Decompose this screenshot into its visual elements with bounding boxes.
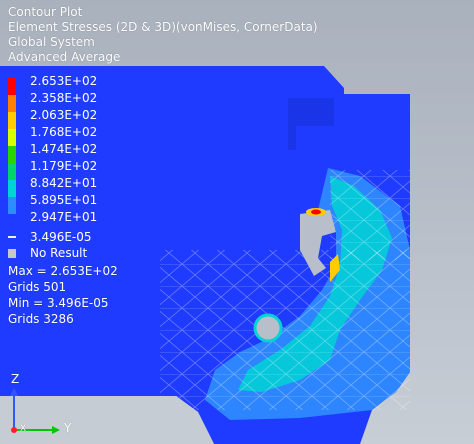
no-result-label: No Result <box>30 246 88 260</box>
mesh-region-upper <box>330 170 410 260</box>
legend-swatch <box>8 214 16 231</box>
legend-label: 5.895E+01 <box>30 193 98 207</box>
hot-spot-core <box>311 209 321 215</box>
min-value: Min = 3.496E-05 <box>8 296 109 310</box>
max-grid: Grids 501 <box>8 280 67 294</box>
graphics-viewport[interactable]: Contour Plot Element Stresses (2D & 3D)(… <box>0 0 474 444</box>
min-grid: Grids 3286 <box>8 312 74 326</box>
legend-swatch <box>8 129 16 146</box>
legend-swatch <box>8 78 16 95</box>
max-value: Max = 2.653E+02 <box>8 264 118 278</box>
legend-swatch <box>8 163 16 180</box>
averaging-method: Advanced Average <box>8 50 121 64</box>
bolt-hole <box>253 313 283 343</box>
mesh-region <box>160 250 410 410</box>
legend-min-tick <box>8 236 16 238</box>
axis-triad[interactable]: Z Y X <box>6 372 86 438</box>
legend-label: 2.063E+02 <box>30 108 98 122</box>
legend-label: 3.496E-05 <box>30 230 92 244</box>
plot-header: Contour Plot Element Stresses (2D & 3D)(… <box>8 5 318 65</box>
legend-swatch <box>8 146 16 163</box>
legend-swatch <box>8 95 16 112</box>
plot-title: Contour Plot <box>8 5 83 19</box>
legend-label: 1.179E+02 <box>30 159 98 173</box>
legend-label: 2.358E+02 <box>30 91 98 105</box>
legend-label: 2.653E+02 <box>30 74 98 88</box>
coordinate-system: Global System <box>8 35 95 49</box>
axis-x-label: X <box>20 424 27 434</box>
legend-swatch <box>8 180 16 197</box>
min-max-stats: Max = 2.653E+02 Grids 501 Min = 3.496E-0… <box>8 263 118 327</box>
legend-swatch <box>8 112 16 129</box>
legend-swatch <box>8 197 16 214</box>
no-result-swatch <box>8 249 16 258</box>
legend-label: 2.947E+01 <box>30 210 98 224</box>
axis-z-label: Z <box>11 372 20 386</box>
axis-y-label: Y <box>64 421 72 435</box>
legend-label: 8.842E+01 <box>30 176 98 190</box>
result-type: Element Stresses (2D & 3D)(vonMises, Cor… <box>8 20 318 34</box>
legend-label: 1.474E+02 <box>30 142 98 156</box>
legend-label: 1.768E+02 <box>30 125 98 139</box>
